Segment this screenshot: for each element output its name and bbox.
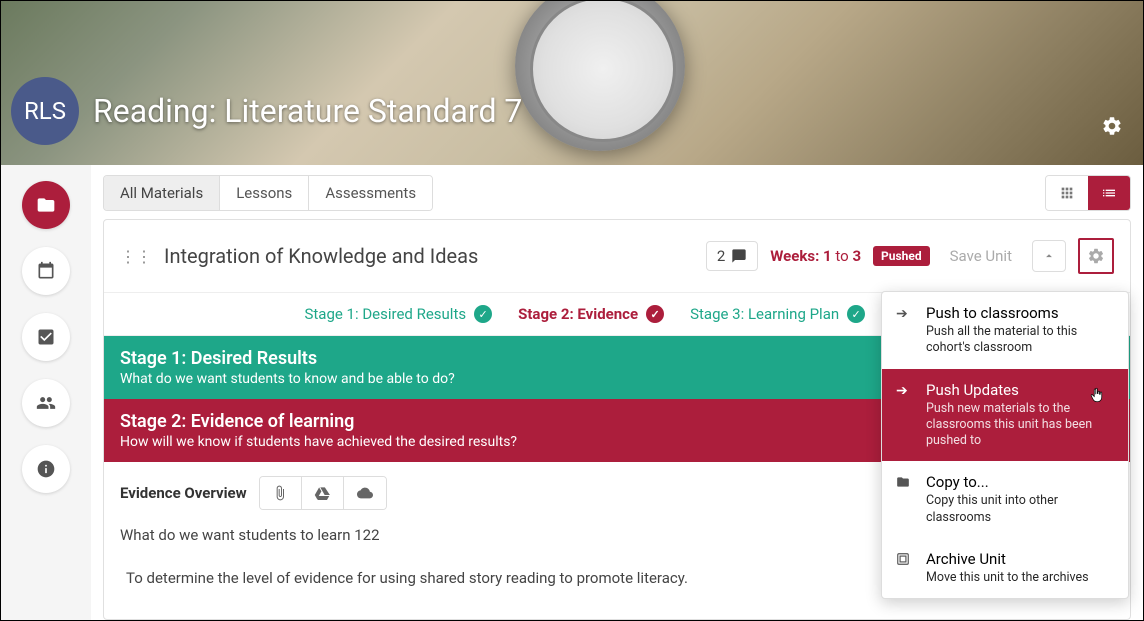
stage-nav-1[interactable]: Stage 1: Desired Results ✓ <box>304 305 492 323</box>
hero-banner: RLS Reading: Literature Standard 7 <box>1 1 1143 165</box>
tab-lessons[interactable]: Lessons <box>220 176 309 210</box>
drag-handle-icon[interactable]: ⋮⋮ <box>120 247 152 266</box>
dropdown-item-title: Push to classrooms <box>926 304 1114 322</box>
dropdown-item-desc: Move this unit to the archives <box>926 570 1114 586</box>
archive-icon <box>896 550 914 566</box>
list-view-icon[interactable] <box>1088 176 1130 210</box>
check-icon: ✓ <box>847 305 865 323</box>
sidebar-people-icon[interactable] <box>22 379 70 427</box>
unit-title: Integration of Knowledge and Ideas <box>164 244 694 268</box>
drive-icon[interactable] <box>302 477 344 509</box>
sidebar <box>1 165 91 620</box>
stage-nav-label: Stage 2: Evidence <box>518 305 638 323</box>
dropdown-item-title: Archive Unit <box>926 550 1114 568</box>
grid-view-icon[interactable] <box>1046 176 1088 210</box>
paperclip-icon[interactable] <box>260 477 302 509</box>
comment-count: 2 <box>717 247 725 265</box>
unit-settings-button[interactable] <box>1082 242 1110 270</box>
gear-icon <box>1087 247 1105 265</box>
comments-button[interactable]: 2 <box>706 241 758 271</box>
evidence-overview-label: Evidence Overview <box>120 484 247 502</box>
stage-nav-label: Stage 1: Desired Results <box>304 305 466 323</box>
tab-all-materials[interactable]: All Materials <box>104 176 220 210</box>
dropdown-copy-to[interactable]: Copy to... Copy this unit into other cla… <box>882 461 1128 538</box>
check-icon: ✓ <box>646 305 664 323</box>
dropdown-item-title: Copy to... <box>926 473 1114 491</box>
chevron-up-icon <box>1042 249 1056 263</box>
unit-settings-highlight <box>1078 238 1114 274</box>
stage-nav-label: Stage 3: Learning Plan <box>690 305 839 323</box>
page-title: Reading: Literature Standard 7 <box>93 92 522 130</box>
dropdown-push-updates[interactable]: ➔ Push Updates Push new materials to the… <box>882 369 1128 462</box>
sidebar-calendar-icon[interactable] <box>22 247 70 295</box>
attachment-group <box>259 476 387 510</box>
view-toggle <box>1045 175 1131 211</box>
dropdown-item-desc: Push new materials to the classrooms thi… <box>926 401 1114 450</box>
sidebar-info-icon[interactable] <box>22 445 70 493</box>
arrow-right-icon: ➔ <box>896 304 914 322</box>
weeks-info: Weeks: 1 to 3 <box>770 247 861 265</box>
avatar: RLS <box>11 77 79 145</box>
folder-icon <box>896 473 914 489</box>
stage-nav-2[interactable]: Stage 2: Evidence ✓ <box>518 305 664 323</box>
unit-actions-dropdown: ➔ Push to classrooms Push all the materi… <box>881 291 1129 599</box>
settings-icon[interactable] <box>1101 115 1123 137</box>
dropdown-item-desc: Push all the material to this cohort's c… <box>926 324 1114 357</box>
sidebar-checkbox-icon[interactable] <box>22 313 70 361</box>
pushed-badge: Pushed <box>873 246 930 266</box>
dropdown-item-desc: Copy this unit into other classrooms <box>926 493 1114 526</box>
dropdown-item-title: Push Updates <box>926 381 1114 399</box>
tab-assessments[interactable]: Assessments <box>309 176 432 210</box>
check-icon: ✓ <box>474 305 492 323</box>
collapse-button[interactable] <box>1032 240 1066 272</box>
comment-icon <box>731 248 747 264</box>
dropdown-archive[interactable]: Archive Unit Move this unit to the archi… <box>882 538 1128 598</box>
dropdown-push-classrooms[interactable]: ➔ Push to classrooms Push all the materi… <box>882 292 1128 369</box>
stage-nav-3[interactable]: Stage 3: Learning Plan ✓ <box>690 305 865 323</box>
sidebar-materials-icon[interactable] <box>22 181 70 229</box>
save-unit-button: Save Unit <box>942 242 1020 270</box>
tabs-group: All Materials Lessons Assessments <box>103 175 433 211</box>
cloud-icon[interactable] <box>344 477 386 509</box>
arrow-right-icon: ➔ <box>896 381 914 399</box>
